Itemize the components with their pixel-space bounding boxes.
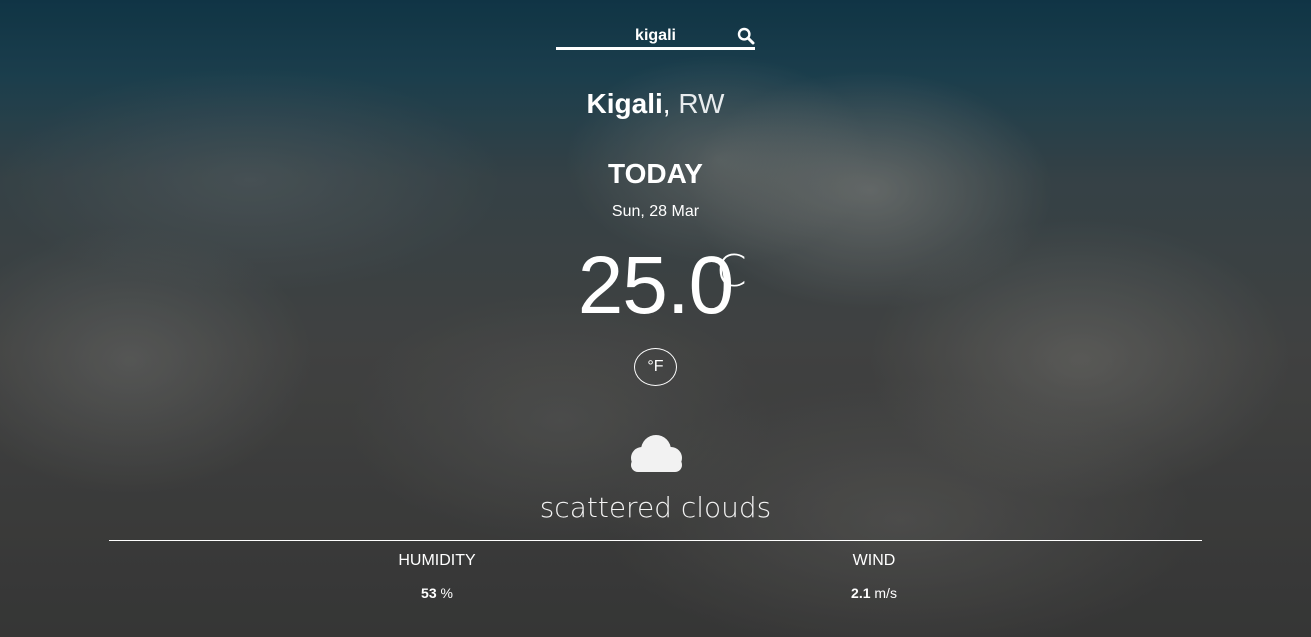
date-label: Sun, 28 Mar bbox=[611, 203, 700, 220]
humidity-unit: % bbox=[440, 585, 453, 601]
humidity-value: 53 % bbox=[287, 583, 587, 603]
weather-description: scattered clouds bbox=[539, 491, 772, 524]
humidity-number: 53 bbox=[421, 585, 437, 601]
search-icon[interactable] bbox=[737, 27, 755, 45]
wind-number: 2.1 bbox=[851, 585, 871, 601]
day-label: TODAY bbox=[608, 158, 703, 189]
city-name: Kigali bbox=[586, 88, 663, 119]
stats-divider bbox=[109, 540, 1202, 541]
wind-label: WIND bbox=[852, 552, 896, 569]
cloud-icon bbox=[625, 432, 687, 474]
temperature-display: 25.0 bbox=[0, 238, 1311, 357]
weather-app: Kigali, RW TODAY Sun, 28 Mar 25.0 C °F s… bbox=[0, 0, 1311, 637]
country-code: RW bbox=[678, 88, 725, 119]
unit-toggle-button[interactable]: °F bbox=[634, 348, 677, 386]
temperature-value: 25.0 bbox=[577, 240, 735, 331]
search-input[interactable] bbox=[556, 24, 755, 47]
location-heading: Kigali, RW bbox=[0, 86, 1311, 122]
wind-value: 2.1 m/s bbox=[724, 583, 1024, 603]
temperature-unit: C bbox=[716, 246, 747, 297]
location-separator: , bbox=[662, 88, 671, 119]
humidity-label: HUMIDITY bbox=[398, 552, 476, 569]
search-bar bbox=[556, 24, 755, 50]
wind-unit: m/s bbox=[874, 585, 897, 601]
